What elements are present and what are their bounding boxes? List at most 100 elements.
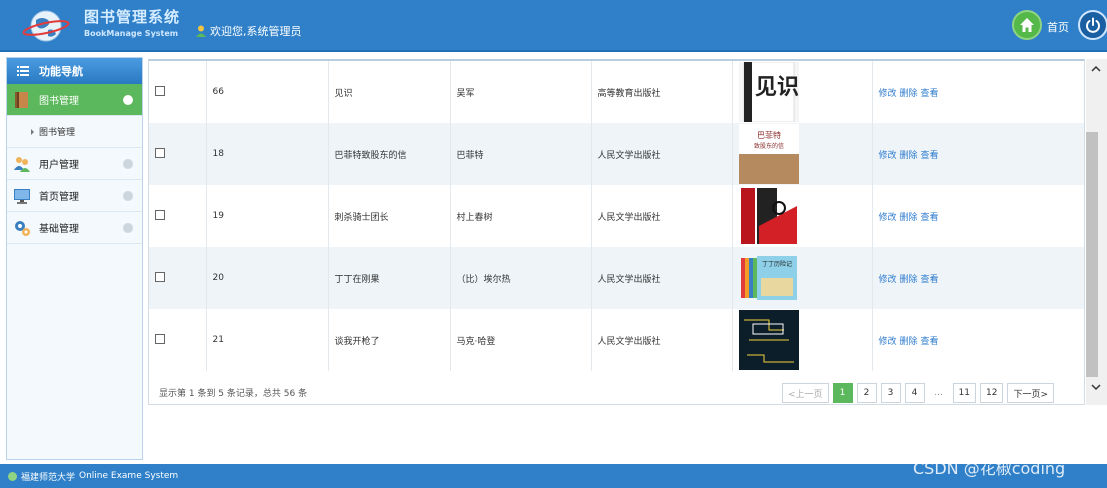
sidebar-item-basic-management[interactable]: 基础管理 [7, 212, 142, 244]
book-title: 见识 [328, 61, 451, 123]
book-publisher: 人民文学出版社 [591, 123, 733, 185]
scrollbar-thumb[interactable] [1086, 132, 1098, 377]
view-link[interactable]: 查看 [921, 337, 939, 347]
book-publisher: 人民文学出版社 [591, 247, 733, 309]
gear-icon [15, 220, 30, 236]
page-button[interactable]: 11 [952, 383, 976, 403]
book-id: 21 [206, 309, 329, 371]
book-title: 巴菲特致股东的信 [328, 123, 451, 185]
sidebar-item-label: 用户管理 [39, 160, 79, 171]
book-author: 村上春树 [450, 185, 592, 247]
chevron-right-icon [123, 159, 133, 169]
top-header: 图书管理系统 BookManage System 欢迎您,系统管理员 首页 [0, 0, 1107, 52]
book-author: 马克·哈登 [450, 309, 592, 371]
welcome-message: 欢迎您,系统管理员 [196, 23, 302, 39]
book-id: 18 [206, 123, 329, 185]
delete-link[interactable]: 删除 [900, 89, 918, 99]
delete-link[interactable]: 删除 [900, 337, 918, 347]
row-actions: 修改 删除 查看 [872, 185, 1084, 247]
page-button[interactable]: 4 [904, 383, 925, 403]
page-button[interactable]: 3 [880, 383, 901, 403]
app-title: 图书管理系统 [84, 8, 181, 26]
view-link[interactable]: 查看 [921, 151, 939, 161]
page-button[interactable]: 1 [832, 383, 853, 403]
prev-page-button[interactable]: <上一页 [782, 383, 829, 403]
book-id: 66 [206, 61, 329, 123]
row-actions: 修改 删除 查看 [872, 309, 1084, 371]
table-row[interactable]: 20 丁丁在刚果 （比）埃尔热 人民文学出版社 丁丁历险记 修改 删除 查看 [149, 247, 1084, 309]
row-actions: 修改 删除 查看 [872, 123, 1084, 185]
chevron-right-icon [123, 191, 133, 201]
edit-link[interactable]: 修改 [879, 275, 897, 285]
delete-link[interactable]: 删除 [900, 151, 918, 161]
chevron-down-icon [123, 95, 133, 105]
page-button[interactable]: 2 [856, 383, 877, 403]
edit-link[interactable]: 修改 [879, 337, 897, 347]
home-icon [1020, 18, 1034, 32]
next-page-button[interactable]: 下一页> [1007, 383, 1054, 403]
book-cover-image: 巴菲特 致股东的信 [738, 124, 799, 184]
row-checkbox[interactable] [155, 271, 165, 282]
row-checkbox[interactable] [155, 85, 165, 96]
sidebar-subitem-book-management[interactable]: 图书管理 [7, 116, 142, 148]
book-author: （比）埃尔热 [450, 247, 592, 309]
table-row[interactable]: 18 巴菲特致股东的信 巴菲特 人民文学出版社 巴菲特 致股东的信 修改 删除 查看 [149, 123, 1084, 185]
sidebar-item-user-management[interactable]: 用户管理 [7, 148, 142, 180]
view-link[interactable]: 查看 [921, 213, 939, 223]
users-icon [14, 156, 30, 172]
delete-link[interactable]: 删除 [900, 213, 918, 223]
power-icon [1086, 17, 1100, 33]
sidebar-item-label: 首页管理 [39, 192, 79, 203]
table-row[interactable]: 21 谈我开枪了 马克·哈登 人民文学出版社 修改 删除 查看 [149, 309, 1084, 371]
user-icon [196, 25, 206, 37]
page-ellipsis: ... [934, 388, 943, 398]
home-link[interactable]: 首页 [1047, 19, 1069, 35]
delete-link[interactable]: 删除 [900, 275, 918, 285]
nav-heading-label: 功能导航 [39, 65, 83, 78]
book-title: 谈我开枪了 [328, 309, 451, 371]
sidebar-item-home-management[interactable]: 首页管理 [7, 180, 142, 212]
edit-link[interactable]: 修改 [879, 151, 897, 161]
row-checkbox[interactable] [155, 209, 165, 220]
sidebar-item-label: 基础管理 [39, 224, 79, 235]
book-publisher: 人民文学出版社 [591, 309, 733, 371]
scroll-down-icon[interactable] [1090, 381, 1102, 393]
row-actions: 修改 删除 查看 [872, 61, 1084, 123]
book-cover-image: 丁丁历险记 [738, 248, 799, 308]
book-cover-image [738, 310, 799, 370]
view-link[interactable]: 查看 [921, 275, 939, 285]
book-author: 吴军 [450, 61, 592, 123]
footer-system: Online Exame System [79, 471, 179, 481]
sidebar-nav: 功能导航 图书管理 图书管理 用户管理 首页管理 基础管理 [6, 57, 143, 460]
table-row[interactable]: 19 刺杀骑士团长 村上春树 人民文学出版社 修改 删除 查看 [149, 185, 1084, 247]
svg-text:巴菲特: 巴菲特 [757, 130, 781, 140]
book-cover-image: 见识 [738, 62, 799, 122]
sidebar-item-book-management[interactable]: 图书管理 [7, 84, 142, 116]
vertical-scrollbar[interactable] [1086, 59, 1107, 405]
sidebar-subitem-label: 图书管理 [39, 128, 76, 138]
svg-text:丁丁历险记: 丁丁历险记 [761, 260, 791, 268]
logout-button[interactable] [1078, 10, 1107, 40]
info-icon [8, 471, 17, 481]
sidebar-item-label: 图书管理 [39, 96, 79, 107]
pagination-bar: 显示第 1 条到 5 条记录，总共 56 条 <上一页 1 2 3 4 ... … [148, 378, 1085, 408]
caret-right-icon [31, 128, 34, 135]
book-title: 刺杀骑士团长 [328, 185, 451, 247]
pagination-info: 显示第 1 条到 5 条记录，总共 56 条 [159, 389, 308, 399]
edit-link[interactable]: 修改 [879, 89, 897, 99]
home-button[interactable] [1012, 10, 1042, 40]
chevron-right-icon [123, 223, 133, 233]
scroll-up-icon[interactable] [1090, 63, 1102, 75]
nav-heading: 功能导航 [7, 58, 142, 84]
book-table: 66 见识 吴军 高等教育出版社 见识 修改 删除 查看 18 巴菲特致股东的信… [149, 61, 1084, 371]
watermark-text: CSDN @花椒coding [913, 459, 1066, 478]
edit-link[interactable]: 修改 [879, 213, 897, 223]
row-actions: 修改 删除 查看 [872, 247, 1084, 309]
view-link[interactable]: 查看 [921, 89, 939, 99]
table-row[interactable]: 66 见识 吴军 高等教育出版社 见识 修改 删除 查看 [149, 61, 1084, 123]
book-publisher: 高等教育出版社 [591, 61, 733, 123]
row-checkbox[interactable] [155, 333, 165, 344]
page-button[interactable]: 12 [980, 383, 1004, 403]
row-checkbox[interactable] [155, 147, 165, 158]
book-publisher: 人民文学出版社 [591, 185, 733, 247]
